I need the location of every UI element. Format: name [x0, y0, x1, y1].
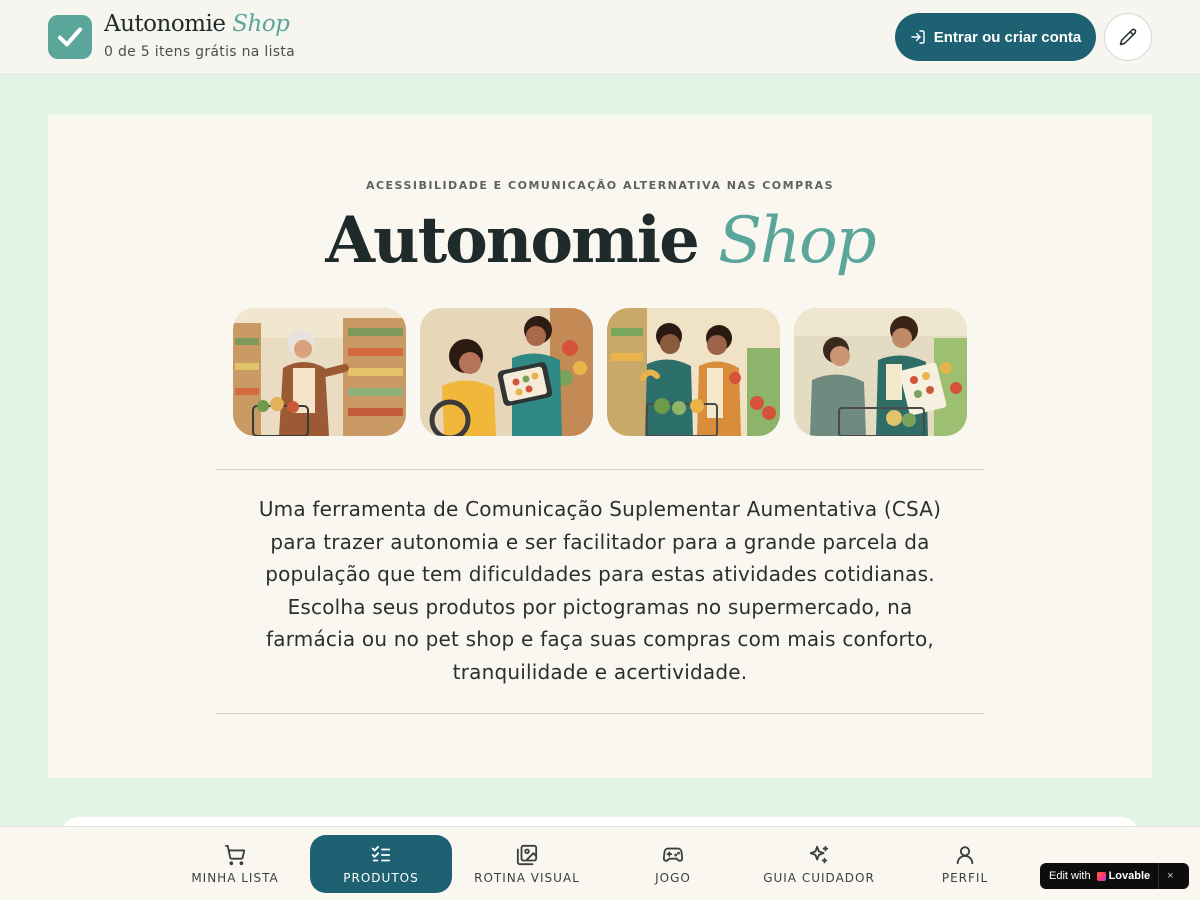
- lovable-heart-icon: [1096, 871, 1106, 881]
- nav-item-guia-cuidador[interactable]: GUIA CUIDADOR: [748, 835, 890, 893]
- gamepad-icon: [662, 843, 684, 867]
- images-icon: [516, 843, 538, 867]
- hero-photo-boy-caregiver: [794, 308, 967, 436]
- nav-item-produtos[interactable]: PRODUTOS: [310, 835, 452, 893]
- nav-label-jogo: JOGO: [655, 871, 691, 885]
- hero-title-accent: Shop: [718, 204, 877, 278]
- nav-item-jogo[interactable]: JOGO: [602, 835, 744, 893]
- brand-title[interactable]: Autonomie Shop: [104, 11, 290, 37]
- bottom-nav: MINHA LISTA PRODUTOS ROTINA VISUAL JOGO …: [0, 826, 1200, 900]
- nav-item-rotina-visual[interactable]: ROTINA VISUAL: [456, 835, 598, 893]
- edit-button[interactable]: [1104, 13, 1152, 61]
- hero-photo-teen-cart: [607, 308, 780, 436]
- top-header: Autonomie Shop 0 de 5 itens grátis na li…: [0, 0, 1200, 75]
- user-icon: [954, 843, 976, 867]
- login-button[interactable]: Entrar ou criar conta: [895, 13, 1096, 61]
- nav-item-perfil[interactable]: PERFIL: [894, 835, 1036, 893]
- lovable-badge[interactable]: Edit with Lovable ×: [1040, 863, 1189, 889]
- hero-card: ACESSIBILIDADE E COMUNICAÇÃO ALTERNATIVA…: [48, 115, 1152, 778]
- lovable-close-button[interactable]: ×: [1167, 870, 1173, 882]
- sparkles-icon: [808, 843, 830, 867]
- hero-divider-bottom: [216, 713, 984, 714]
- hero-eyebrow: ACESSIBILIDADE E COMUNICAÇÃO ALTERNATIVA…: [365, 179, 835, 192]
- pencil-icon: [1119, 28, 1137, 46]
- cart-icon: [224, 843, 246, 867]
- hero-photo-child-tablet: [420, 308, 593, 436]
- hero-title: Autonomie Shop: [48, 203, 1152, 278]
- lovable-separator: [1158, 863, 1160, 889]
- lovable-prefix: Edit with: [1049, 870, 1091, 882]
- nav-item-minha-lista[interactable]: MINHA LISTA: [164, 835, 306, 893]
- lovable-brand: Lovable: [1096, 870, 1151, 882]
- nav-label-minha-lista: MINHA LISTA: [191, 871, 279, 885]
- login-icon: [910, 30, 925, 44]
- free-items-counter: 0 de 5 itens grátis na lista: [104, 44, 296, 60]
- nav-label-produtos: PRODUTOS: [343, 871, 419, 885]
- hero-divider-top: [216, 469, 984, 470]
- hero-description: Uma ferramenta de Comunicação Suplementa…: [258, 497, 942, 684]
- hero-photo-elderly-shopper: [233, 308, 406, 436]
- brand-title-accent: Shop: [232, 11, 290, 37]
- hero-title-main: Autonomie: [325, 203, 699, 278]
- nav-label-perfil: PERFIL: [941, 871, 989, 885]
- nav-label-guia-cuidador: GUIA CUIDADOR: [763, 871, 875, 885]
- logo[interactable]: [48, 15, 92, 59]
- checklist-icon: [370, 843, 392, 867]
- brand-title-main: Autonomie: [104, 11, 226, 37]
- check-icon: [58, 27, 82, 47]
- nav-label-rotina-visual: ROTINA VISUAL: [474, 871, 580, 885]
- lovable-brand-label: Lovable: [1108, 870, 1151, 882]
- login-button-label: Entrar ou criar conta: [933, 28, 1082, 46]
